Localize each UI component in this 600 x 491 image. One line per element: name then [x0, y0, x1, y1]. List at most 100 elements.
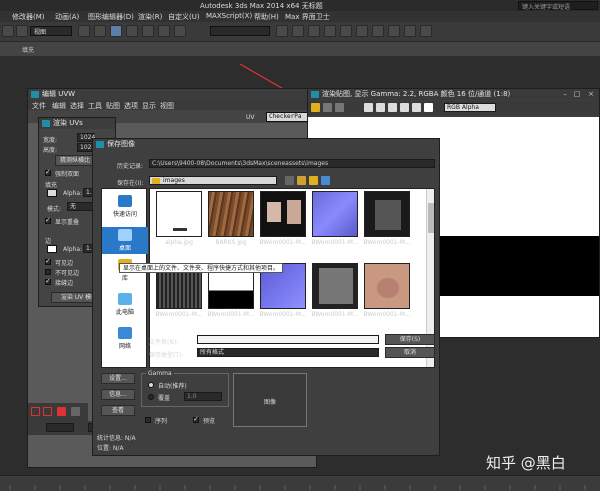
star-icon	[118, 195, 132, 207]
tool-icon-d[interactable]	[71, 407, 80, 416]
setup-button[interactable]: 设置...	[101, 373, 135, 384]
green-channel-icon[interactable]	[376, 103, 385, 112]
curve-editor-icon[interactable]	[324, 25, 336, 37]
gamma-group-label: Gamma	[146, 370, 174, 377]
scale-icon[interactable]	[126, 25, 138, 37]
tool-icon-a[interactable]	[31, 407, 40, 416]
gamma-auto-radio[interactable]	[148, 382, 154, 388]
view-menu-icon[interactable]	[321, 176, 330, 185]
mirror-icon[interactable]	[276, 25, 288, 37]
close-icon[interactable]: ×	[587, 90, 595, 98]
file-thumb-bwom-3[interactable]	[364, 191, 410, 237]
save-image-icon[interactable]	[311, 103, 320, 112]
uvw-menu-view[interactable]: 视图	[160, 101, 174, 111]
place-quick-access[interactable]: 快速访问	[102, 195, 148, 218]
rotate-icon[interactable]	[110, 25, 122, 37]
uvw-menu-tools[interactable]: 工具	[88, 101, 102, 111]
uvw-menu-map[interactable]: 贴图	[106, 101, 120, 111]
new-folder-icon[interactable]	[309, 176, 318, 185]
percent-snap-icon[interactable]	[174, 25, 186, 37]
savein-select[interactable]: images	[149, 176, 277, 185]
render-uvs-title: 渲染 UVs	[53, 119, 83, 127]
gamma-value-field[interactable]: 1.0	[184, 392, 222, 401]
menu-maxscript[interactable]: MAXScript(X)	[206, 12, 252, 20]
minimize-icon[interactable]: –	[561, 90, 569, 98]
filetype-select[interactable]: 所有格式	[197, 348, 379, 357]
filename-input[interactable]	[197, 335, 379, 344]
file-thumb-alpha[interactable]	[156, 191, 202, 237]
select-object-icon[interactable]	[78, 25, 90, 37]
view-button[interactable]: 查看	[101, 405, 135, 416]
menu-modifiers[interactable]: 修改器(M)	[12, 12, 45, 22]
tool-icon-b[interactable]	[43, 407, 52, 416]
render-frame-titlebar: 渲染贴图, 显示 Gamma: 2.2, RGBA 颜色 16 位/通道 (1:…	[308, 89, 599, 100]
show-overlap-checkbox[interactable]	[45, 216, 51, 224]
uvw-menu-options[interactable]: 选项	[124, 101, 138, 111]
info-button[interactable]: 信息...	[101, 389, 135, 400]
file-thumb-bwom-2[interactable]	[312, 191, 358, 237]
timeline-ruler[interactable]	[0, 475, 600, 491]
clone-frame-icon[interactable]	[335, 103, 344, 112]
move-icon[interactable]	[94, 25, 106, 37]
gamma-override-radio[interactable]	[148, 394, 154, 400]
guess-ratio-button[interactable]: 猜测纵横比	[55, 155, 95, 166]
alpha-channel-icon[interactable]	[400, 103, 409, 112]
file-thumb-bwom-7[interactable]	[312, 263, 358, 309]
scrollbar-thumb[interactable]	[428, 203, 434, 233]
view-select[interactable]: 视图	[30, 26, 72, 36]
channel-select[interactable]: RGB Alpha	[444, 103, 496, 112]
menu-animation[interactable]: 动画(A)	[55, 12, 79, 22]
redo-icon[interactable]	[16, 25, 28, 37]
angle-snap-icon[interactable]	[158, 25, 170, 37]
app-search-input[interactable]: 键入关键字或短语	[518, 1, 598, 11]
blue-channel-icon[interactable]	[388, 103, 397, 112]
snap-icon[interactable]	[142, 25, 154, 37]
uvw-menu-display[interactable]: 显示	[142, 101, 156, 111]
undo-icon[interactable]	[2, 25, 14, 37]
menu-customize[interactable]: 自定义(U)	[168, 12, 200, 22]
material-editor-icon[interactable]	[356, 25, 368, 37]
named-selection-input[interactable]	[210, 26, 270, 36]
sequence-checkbox[interactable]	[145, 417, 151, 423]
fill-color-swatch[interactable]	[47, 189, 57, 197]
cancel-button[interactable]: 取消	[385, 347, 435, 358]
copy-image-icon[interactable]	[323, 103, 332, 112]
tool-icon-c[interactable]	[57, 407, 66, 416]
edge-color-swatch[interactable]	[47, 245, 57, 253]
menu-rendering[interactable]: 渲染(R)	[138, 12, 162, 22]
width-label: 宽度:	[43, 137, 58, 144]
uvw-menu-file[interactable]: 文件	[32, 101, 46, 111]
maximize-icon[interactable]: □	[573, 90, 581, 98]
save-button[interactable]: 保存(S)	[385, 334, 435, 345]
invisible-edges-checkbox[interactable]	[45, 269, 51, 275]
place-this-pc[interactable]: 此电脑	[102, 293, 148, 316]
layer-icon[interactable]	[308, 25, 320, 37]
menu-help[interactable]: 帮助(H)	[254, 12, 279, 22]
preview-checkbox[interactable]	[193, 415, 199, 423]
render-setup-icon[interactable]	[372, 25, 384, 37]
uvw-menu-edit[interactable]: 编辑	[52, 101, 66, 111]
align-icon[interactable]	[292, 25, 304, 37]
render-frame-icon[interactable]	[388, 25, 400, 37]
u-field[interactable]	[46, 423, 74, 432]
file-thumb-bwom-1[interactable]	[260, 191, 306, 237]
place-network[interactable]: 网络	[102, 327, 148, 350]
force2sided-checkbox[interactable]	[45, 168, 51, 176]
history-select[interactable]: C:\Users\9400-08\Documents\3dsMax\scenea…	[149, 159, 435, 168]
schematic-icon[interactable]	[340, 25, 352, 37]
file-thumb-barks[interactable]	[208, 191, 254, 237]
seam-edges-checkbox[interactable]	[45, 277, 51, 285]
uvw-menu-select[interactable]: 选择	[70, 101, 84, 111]
teapot-icon[interactable]	[420, 25, 432, 37]
place-desktop[interactable]: 桌面	[102, 227, 148, 254]
back-icon[interactable]	[285, 176, 294, 185]
file-thumb-bwom-8[interactable]	[364, 263, 410, 309]
render-icon[interactable]	[404, 25, 416, 37]
red-channel-icon[interactable]	[364, 103, 373, 112]
menu-graph-editors[interactable]: 图形编辑器(D)	[88, 12, 134, 22]
up-folder-icon[interactable]	[297, 176, 306, 185]
visible-edges-checkbox[interactable]	[45, 257, 51, 265]
clear-icon[interactable]	[424, 103, 433, 112]
menu-max-guard[interactable]: Max 界面卫士	[285, 12, 330, 22]
mono-icon[interactable]	[412, 103, 421, 112]
